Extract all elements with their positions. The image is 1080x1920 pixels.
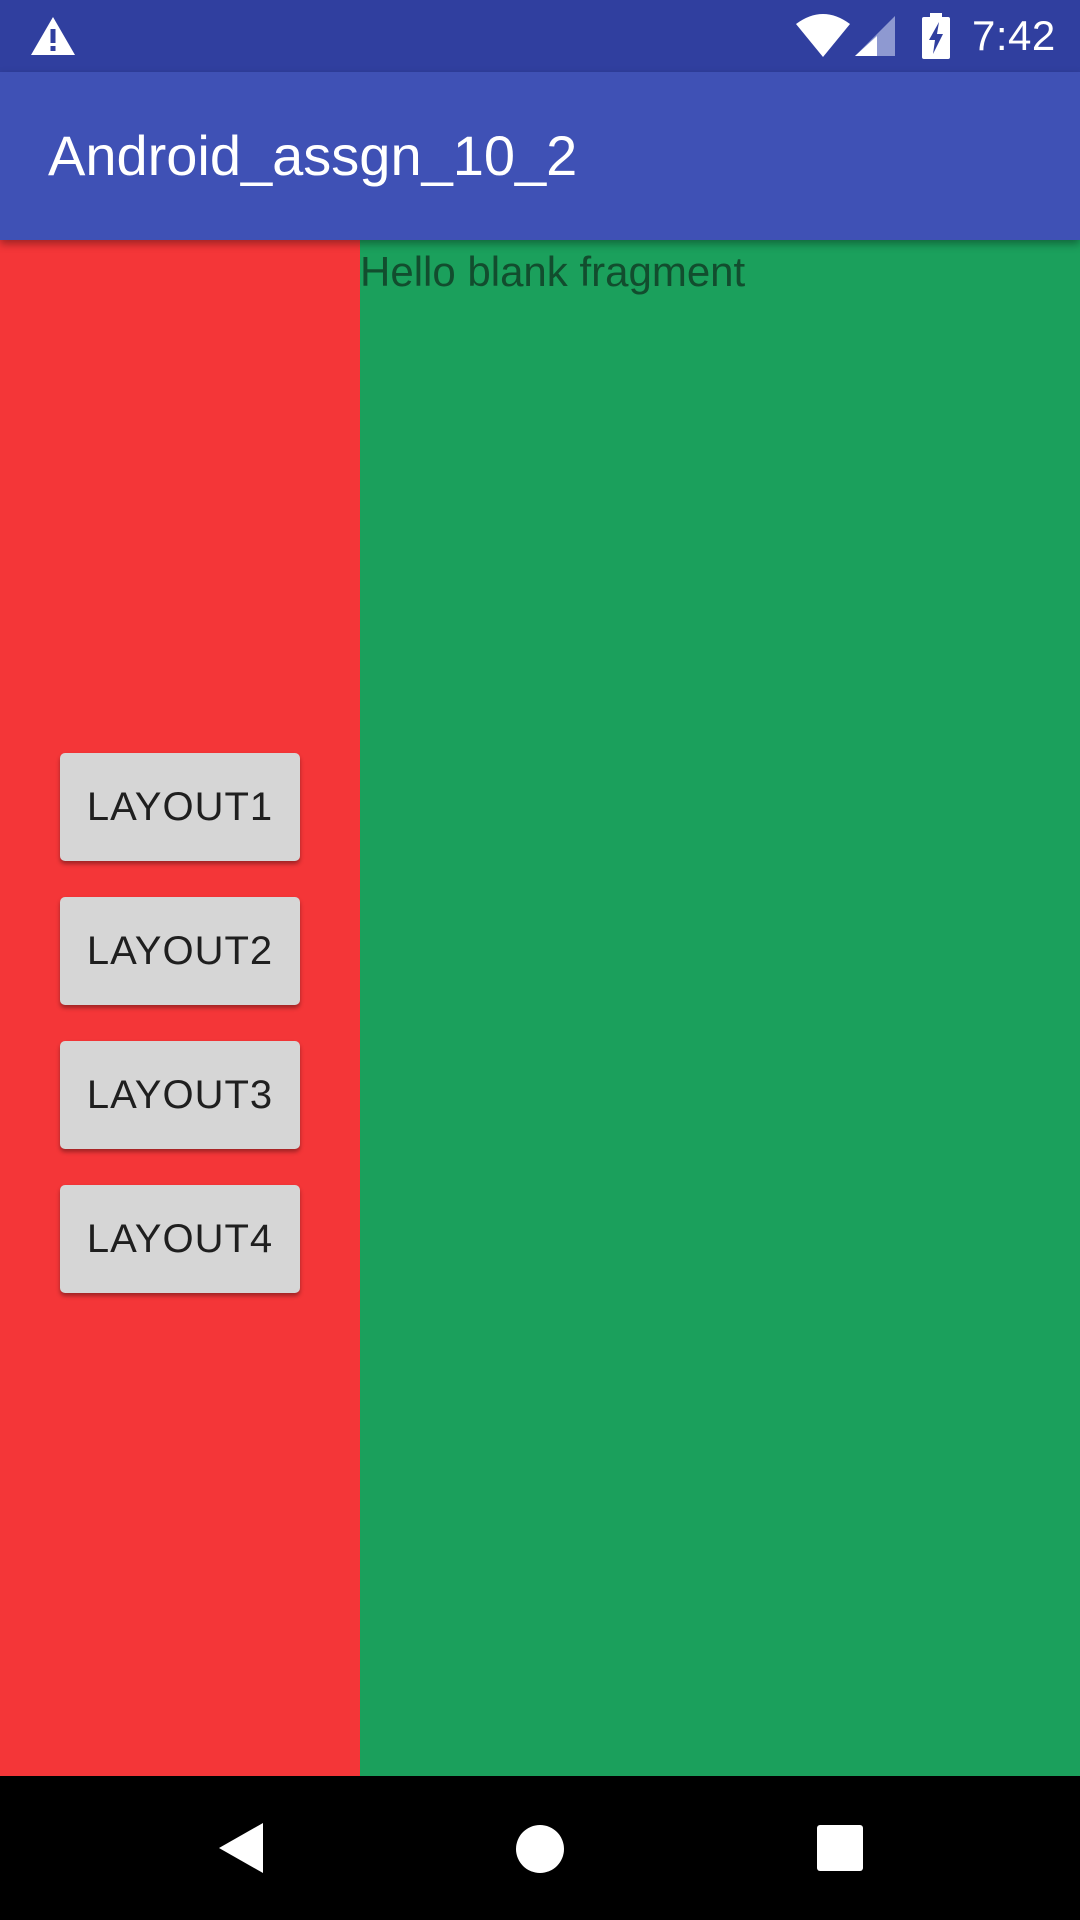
content-area: LAYOUT1 LAYOUT2 LAYOUT3 LAYOUT4 Hello bl… (0, 240, 1080, 1776)
wifi-icon (796, 14, 850, 57)
app-bar: Android_assgn_10_2 (0, 72, 1080, 240)
warning-icon (31, 17, 75, 55)
layout3-button[interactable]: LAYOUT3 (60, 1041, 300, 1149)
status-time: 7:42 (972, 12, 1056, 59)
layout1-button[interactable]: LAYOUT1 (60, 753, 300, 861)
layout4-button[interactable]: LAYOUT4 (60, 1185, 300, 1293)
status-bar: 7:42 (0, 0, 1080, 72)
home-icon[interactable] (515, 1824, 565, 1874)
recents-icon[interactable] (817, 1825, 863, 1871)
layout2-button[interactable]: LAYOUT2 (60, 897, 300, 1005)
fragment-text: Hello blank fragment (360, 248, 746, 295)
app-title: Android_assgn_10_2 (48, 124, 578, 187)
cell-signal-icon (855, 16, 895, 56)
back-icon[interactable] (217, 1821, 265, 1875)
right-fragment: Hello blank fragment (360, 240, 1080, 1776)
left-fragment: LAYOUT1 LAYOUT2 LAYOUT3 LAYOUT4 (0, 240, 360, 1776)
navigation-bar (0, 1776, 1080, 1920)
battery-charging-icon (922, 13, 950, 59)
